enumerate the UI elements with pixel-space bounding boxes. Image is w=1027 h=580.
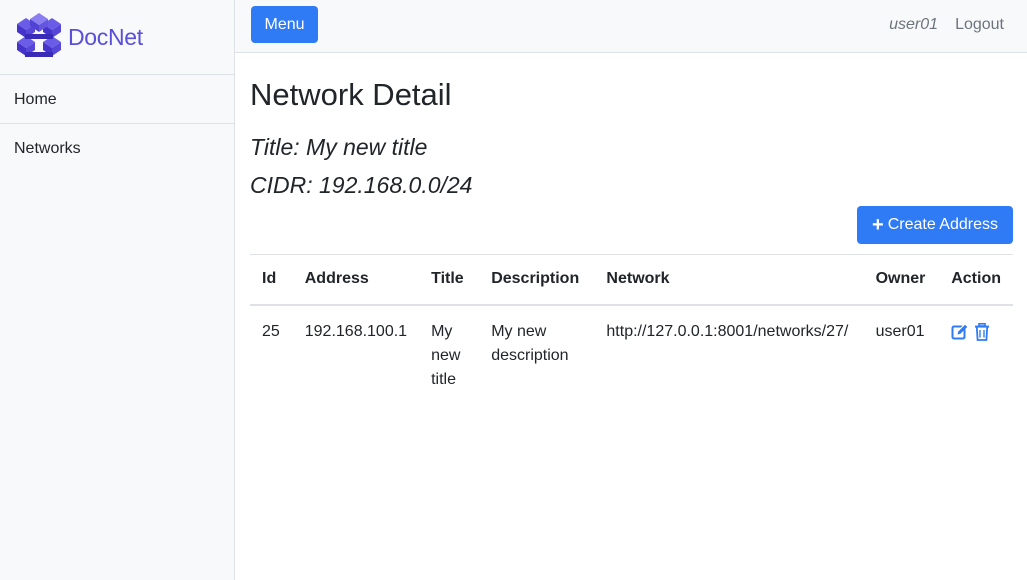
cell-address: 192.168.100.1 bbox=[304, 322, 408, 340]
create-address-button[interactable]: + Create Address bbox=[857, 206, 1013, 244]
column-header-owner[interactable]: Owner bbox=[863, 254, 940, 306]
cell-description: My new description bbox=[491, 322, 569, 364]
cell-actions bbox=[939, 305, 1013, 392]
cell-network: http://127.0.0.1:8001/networks/27/ bbox=[606, 322, 849, 340]
table-row: 25 192.168.100.1 My new title My new des… bbox=[250, 305, 1013, 392]
create-address-label: Create Address bbox=[887, 216, 998, 233]
column-header-network[interactable]: Network bbox=[594, 254, 864, 306]
current-user: user01 bbox=[889, 16, 938, 33]
sidebar-item-home[interactable]: Home bbox=[0, 75, 234, 124]
trash-icon[interactable] bbox=[973, 322, 991, 341]
column-header-action: Action bbox=[939, 254, 1013, 306]
sidebar-item-networks[interactable]: Networks bbox=[0, 124, 234, 173]
cell-id: 25 bbox=[262, 322, 280, 340]
table-header-row: Id Address Title Description Network Own… bbox=[250, 254, 1013, 306]
network-cidr: CIDR: 192.168.0.0/24 bbox=[250, 172, 473, 198]
network-title: Title: My new title bbox=[250, 134, 428, 160]
column-header-id[interactable]: Id bbox=[250, 254, 293, 306]
brand-name[interactable]: DocNet bbox=[68, 24, 143, 51]
column-header-title[interactable]: Title bbox=[419, 254, 480, 306]
plus-icon: + bbox=[872, 214, 884, 236]
address-table: Id Address Title Description Network Own… bbox=[250, 254, 1013, 392]
page-title: Network Detail bbox=[250, 77, 452, 112]
edit-icon[interactable] bbox=[951, 322, 969, 341]
column-header-description[interactable]: Description bbox=[479, 254, 595, 306]
top-navbar: Menu user01 Logout bbox=[235, 0, 1027, 53]
docnet-logo-icon bbox=[17, 13, 61, 57]
cell-title: My new title bbox=[431, 322, 461, 388]
column-header-address[interactable]: Address bbox=[292, 254, 420, 306]
brand[interactable]: DocNet bbox=[0, 0, 234, 75]
logout-link[interactable]: Logout bbox=[955, 16, 1004, 34]
menu-button[interactable]: Menu bbox=[251, 6, 318, 43]
sidebar: DocNet Home Networks bbox=[0, 0, 235, 580]
cell-owner: user01 bbox=[875, 322, 925, 340]
